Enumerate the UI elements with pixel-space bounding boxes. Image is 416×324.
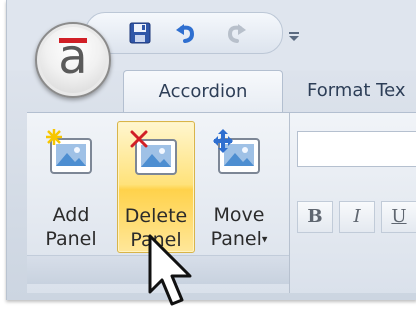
screenshot-stage: a Accordion Format Tex Add Panel Delete … — [0, 0, 416, 324]
move-panel-label-1: Move — [213, 204, 265, 226]
move-panel-button[interactable]: Move Panel▾ — [201, 121, 277, 251]
move-panel-label-text: Panel — [210, 228, 262, 250]
underline-button[interactable]: U — [381, 201, 416, 233]
delete-panel-icon — [130, 130, 180, 178]
add-panel-label-1: Add — [52, 204, 90, 226]
redo-icon[interactable] — [222, 21, 250, 45]
add-panel-icon — [45, 129, 95, 177]
add-panel-label-2: Panel — [45, 228, 97, 250]
tab-format-text[interactable]: Format Tex — [307, 70, 406, 112]
format-buttons-row: B I U — [297, 201, 416, 233]
mouse-cursor-icon — [146, 234, 194, 308]
move-panel-icon — [213, 129, 263, 177]
app-window: a Accordion Format Tex Add Panel Delete … — [6, 0, 416, 300]
ribbon: Add Panel Delete Move Panel▾ B I U — [27, 112, 416, 293]
italic-button[interactable]: I — [339, 201, 375, 233]
delete-panel-label-1: Delete — [124, 205, 188, 227]
app-logo-icon: a — [58, 29, 88, 85]
format-text-group: B I U — [297, 123, 416, 283]
font-name-input[interactable] — [297, 131, 416, 167]
save-icon[interactable] — [126, 21, 154, 45]
quick-access-toolbar — [85, 12, 283, 54]
bold-button[interactable]: B — [297, 201, 333, 233]
move-panel-label-2: Panel▾ — [201, 227, 277, 252]
application-button[interactable]: a — [35, 22, 111, 98]
customize-qat-icon[interactable] — [288, 27, 300, 41]
undo-icon[interactable] — [172, 21, 200, 45]
add-panel-button[interactable]: Add Panel — [33, 121, 109, 251]
tab-accordion[interactable]: Accordion — [123, 70, 283, 113]
chevron-down-icon: ▾ — [261, 232, 268, 246]
